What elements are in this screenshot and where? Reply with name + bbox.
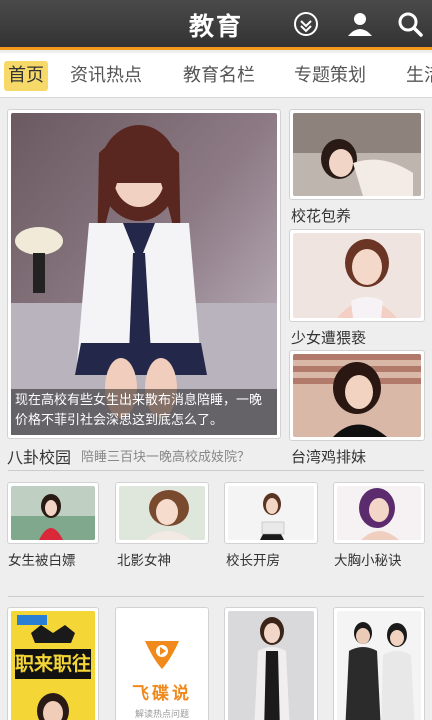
featured-image — [11, 113, 277, 435]
bottom-image-4 — [337, 611, 421, 720]
row-image-3 — [228, 486, 314, 540]
section-sublabel[interactable]: 陪睡三百块一晚高校成妓院？ — [81, 446, 250, 465]
side-image-3 — [293, 354, 421, 437]
category-tabs: 首页 资讯热点 教育名栏 专题策划 生活 — [0, 53, 432, 98]
side-label-3[interactable]: 台湾鸡排妹 — [291, 446, 366, 467]
row-label-2[interactable]: 北影女神 — [117, 549, 171, 569]
side-image-1 — [293, 113, 421, 196]
side-card-3[interactable] — [289, 350, 425, 441]
bottom-card-4[interactable] — [333, 607, 425, 720]
divider — [8, 596, 424, 597]
bottom-image-1: 职来职往 — [11, 611, 95, 720]
bottom-title-1: 职来职往 — [14, 653, 91, 675]
section-label[interactable]: 八卦校园 — [7, 444, 71, 468]
row-card-3[interactable] — [224, 482, 318, 544]
row-label-4[interactable]: 大胸小秘诀 — [334, 549, 402, 569]
row-label-3[interactable]: 校长开房 — [226, 549, 280, 569]
row-label-1[interactable]: 女生被白嫖 — [8, 549, 76, 569]
top-bar: 教育 — [0, 0, 432, 50]
side-label-1[interactable]: 校花包养 — [291, 205, 351, 226]
user-icon[interactable] — [344, 8, 376, 40]
tab-news[interactable]: 资讯热点 — [70, 61, 142, 91]
bottom-title-2: 飞碟说 — [132, 684, 192, 704]
bottom-card-2[interactable]: 飞碟说 解读热点问题 — [115, 607, 209, 720]
tab-features[interactable]: 专题策划 — [294, 61, 366, 91]
divider — [8, 470, 424, 471]
side-image-2 — [293, 233, 421, 318]
side-card-1[interactable] — [289, 109, 425, 200]
featured-caption: 现在高校有些女生出来散布消息陪睡，一晚价格不菲引社会深思这到底怎么了。 — [11, 389, 277, 435]
search-icon[interactable] — [394, 8, 426, 40]
bottom-subtitle-2: 解读热点问题 — [134, 710, 189, 720]
tab-home[interactable]: 首页 — [4, 61, 48, 91]
row-card-1[interactable] — [7, 482, 99, 544]
bottom-image-3 — [228, 611, 314, 720]
row-image-4 — [337, 486, 421, 540]
bottom-image-2: 飞碟说 解读热点问题 — [119, 611, 205, 720]
featured-card[interactable]: 现在高校有些女生出来散布消息陪睡，一晚价格不菲引社会深思这到底怎么了。 — [7, 109, 281, 439]
bottom-card-3[interactable] — [224, 607, 318, 720]
tab-life[interactable]: 生活 — [406, 61, 432, 91]
download-icon[interactable] — [290, 8, 322, 40]
row-image-1 — [11, 486, 95, 540]
tab-columns[interactable]: 教育名栏 — [183, 61, 255, 91]
row-image-2 — [119, 486, 205, 540]
side-card-2[interactable] — [289, 229, 425, 322]
bottom-card-1[interactable]: 职来职往 — [7, 607, 99, 720]
row-card-2[interactable] — [115, 482, 209, 544]
row-card-4[interactable] — [333, 482, 425, 544]
side-label-2[interactable]: 少女遭猥亵 — [291, 327, 366, 348]
